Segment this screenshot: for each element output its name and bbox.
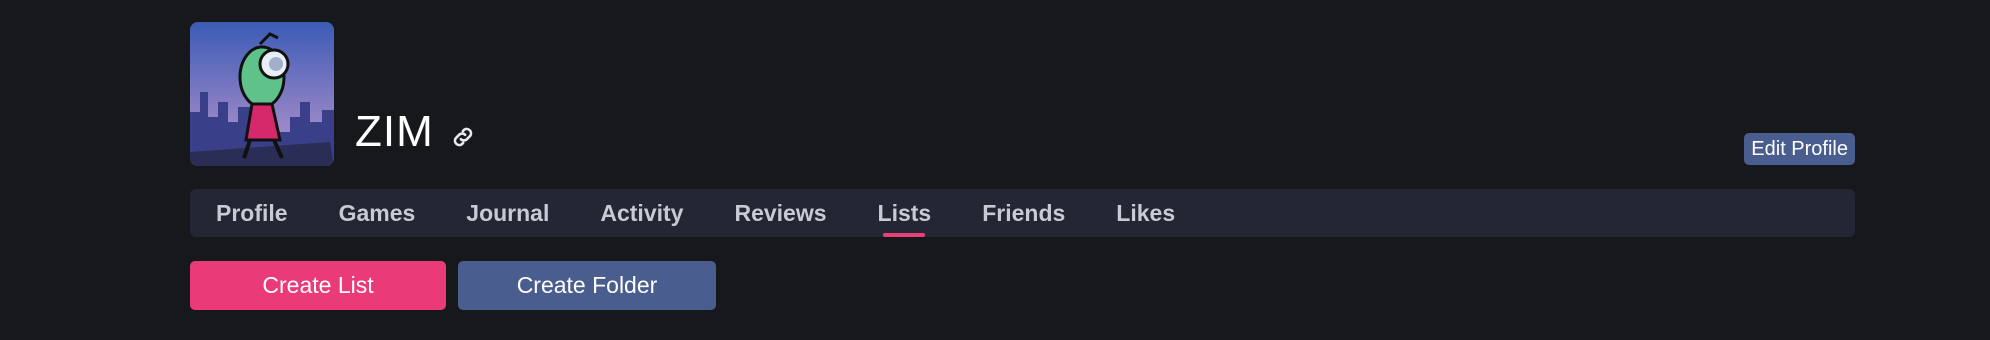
tab-label: Activity bbox=[600, 200, 684, 226]
tab-lists[interactable]: Lists bbox=[877, 189, 932, 237]
avatar[interactable] bbox=[190, 22, 334, 166]
list-actions: Create List Create Folder bbox=[190, 261, 716, 310]
username: ZIM bbox=[355, 107, 434, 156]
avatar-image bbox=[190, 22, 334, 166]
tab-label: Reviews bbox=[734, 200, 827, 226]
create-list-button[interactable]: Create List bbox=[190, 261, 446, 310]
tab-journal[interactable]: Journal bbox=[466, 189, 549, 237]
tab-label: Likes bbox=[1116, 200, 1176, 226]
profile-tabs: Profile Games Journal Activity Reviews L… bbox=[190, 189, 1855, 237]
tab-games[interactable]: Games bbox=[339, 189, 416, 237]
edit-profile-button[interactable]: Edit Profile bbox=[1744, 133, 1855, 165]
tab-label: Friends bbox=[982, 200, 1066, 226]
tab-label: Profile bbox=[216, 200, 288, 226]
profile-header: ZIM Edit Profile bbox=[190, 22, 1855, 168]
tab-likes[interactable]: Likes bbox=[1116, 189, 1175, 237]
link-icon[interactable] bbox=[450, 124, 476, 150]
tab-label: Journal bbox=[466, 200, 550, 226]
tab-friends[interactable]: Friends bbox=[982, 189, 1065, 237]
profile-page: ZIM Edit Profile Profile Games Journal A… bbox=[0, 0, 1990, 340]
active-tab-indicator bbox=[883, 233, 926, 237]
tab-label: Lists bbox=[877, 200, 932, 226]
tab-profile[interactable]: Profile bbox=[216, 189, 288, 237]
tab-activity[interactable]: Activity bbox=[600, 189, 683, 237]
create-folder-button[interactable]: Create Folder bbox=[458, 261, 716, 310]
tab-label: Games bbox=[338, 200, 416, 226]
tab-reviews[interactable]: Reviews bbox=[734, 189, 826, 237]
